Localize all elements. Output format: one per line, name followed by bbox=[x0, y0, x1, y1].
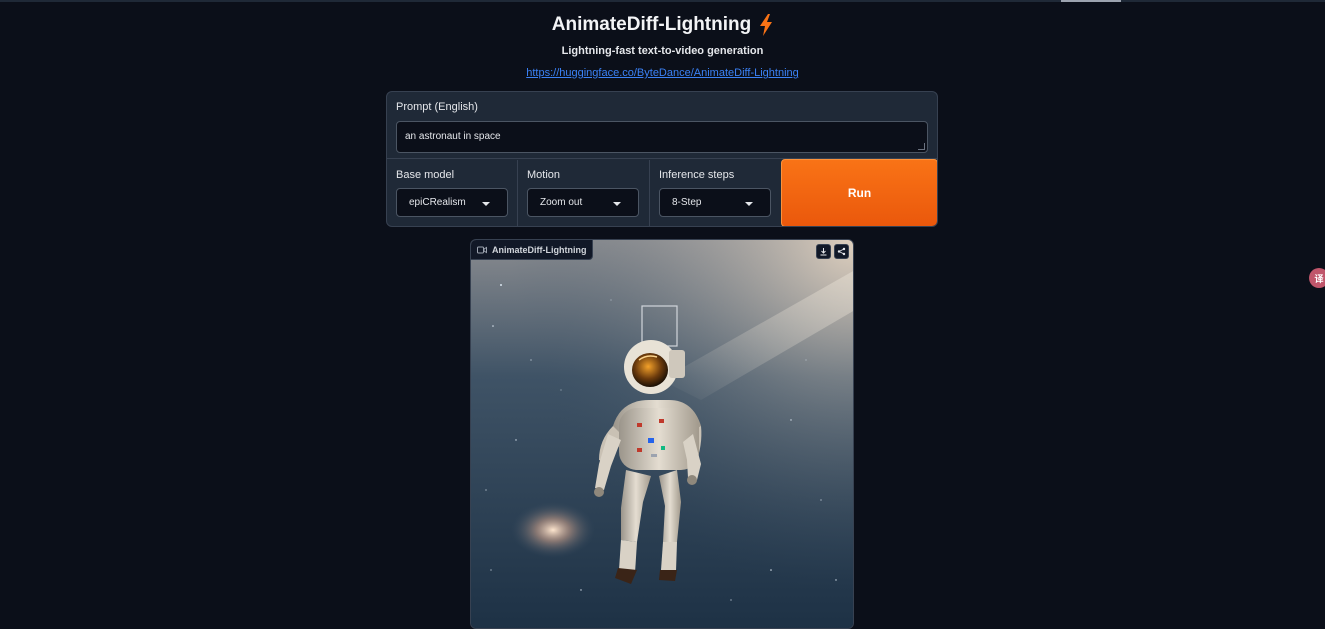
motion-label: Motion bbox=[527, 169, 561, 181]
steps-block: Inference steps 8-Step bbox=[650, 160, 781, 226]
prompt-text: an astronaut in space bbox=[405, 131, 501, 142]
video-actions bbox=[816, 244, 849, 259]
header: AnimateDiff-Lightning Lightning-fast tex… bbox=[0, 14, 1325, 81]
page-title: AnimateDiff-Lightning bbox=[551, 14, 752, 35]
download-button[interactable] bbox=[816, 244, 831, 259]
chevron-down-icon bbox=[745, 202, 753, 206]
base-model-label: Base model bbox=[396, 169, 455, 181]
model-link[interactable]: https://huggingface.co/ByteDance/Animate… bbox=[526, 67, 799, 79]
share-icon bbox=[837, 247, 846, 256]
base-model-value: epiCRealism bbox=[409, 197, 466, 208]
motion-block: Motion Zoom out bbox=[518, 160, 650, 226]
prompt-block: Prompt (English) an astronaut in space bbox=[387, 92, 937, 159]
prompt-label: Prompt (English) bbox=[396, 101, 478, 113]
steps-value: 8-Step bbox=[672, 197, 702, 208]
base-model-block: Base model epiCRealism bbox=[387, 160, 518, 226]
chevron-down-icon bbox=[482, 202, 490, 206]
top-tab-indicator bbox=[1061, 0, 1121, 2]
motion-dropdown[interactable]: Zoom out bbox=[527, 188, 639, 217]
steps-dropdown[interactable]: 8-Step bbox=[659, 188, 771, 217]
resize-handle-icon[interactable] bbox=[918, 143, 925, 150]
prompt-input[interactable]: an astronaut in space bbox=[396, 121, 928, 153]
video-label-text: AnimateDiff-Lightning bbox=[492, 244, 587, 255]
base-model-dropdown[interactable]: epiCRealism bbox=[396, 188, 508, 217]
download-icon bbox=[820, 248, 827, 256]
input-panel: Prompt (English) an astronaut in space B… bbox=[386, 91, 938, 227]
run-button[interactable]: Run bbox=[781, 159, 937, 226]
share-button[interactable] bbox=[834, 244, 849, 259]
motion-value: Zoom out bbox=[540, 197, 583, 208]
title-row: AnimateDiff-Lightning bbox=[552, 14, 773, 36]
lightning-icon bbox=[760, 14, 773, 36]
video-label: AnimateDiff-Lightning bbox=[471, 240, 594, 260]
video-icon bbox=[477, 246, 487, 253]
astronaut-image bbox=[471, 240, 853, 628]
video-output[interactable]: AnimateDiff-Lightning bbox=[470, 239, 854, 629]
page-subtitle: Lightning-fast text-to-video generation bbox=[561, 45, 764, 57]
translate-badge[interactable]: 译 bbox=[1309, 268, 1325, 288]
chevron-down-icon bbox=[613, 202, 621, 206]
steps-label: Inference steps bbox=[659, 169, 735, 181]
top-rule bbox=[0, 0, 1325, 2]
